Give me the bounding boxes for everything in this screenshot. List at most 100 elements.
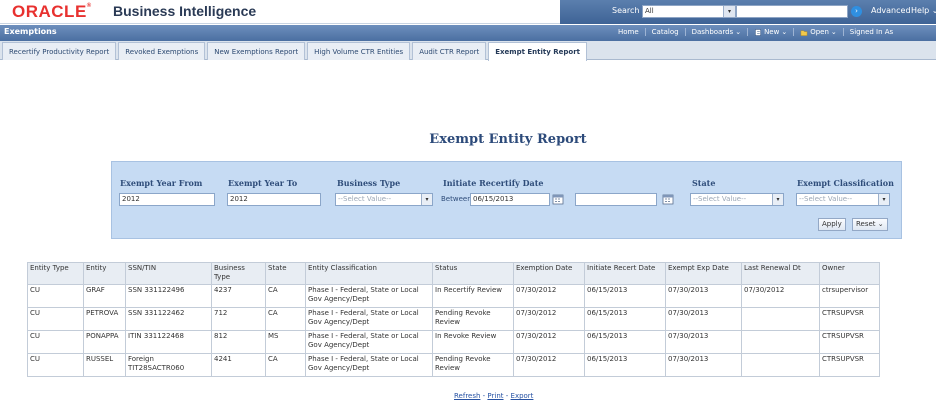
search-go-icon[interactable]: ›	[851, 6, 862, 17]
table-cell: 07/30/2012	[513, 330, 585, 354]
col-initiate-recert-date[interactable]: Initiate Recert Date	[584, 262, 666, 285]
search-input[interactable]	[736, 5, 848, 18]
table-cell: SSN 331122496	[125, 284, 212, 308]
refresh-link[interactable]: Refresh	[454, 392, 480, 400]
table-cell: 06/15/2013	[584, 353, 666, 377]
table-row: CU PONAPPA ITIN 331122468 812 MS Phase I…	[27, 330, 880, 354]
calendar-icon[interactable]	[662, 193, 674, 205]
advanced-search-link[interactable]: Advanced	[871, 6, 911, 15]
col-business-type[interactable]: Business Type	[211, 262, 266, 285]
col-status[interactable]: Status	[432, 262, 514, 285]
table-cell: Pending Revoke Review	[432, 307, 514, 331]
table-cell: 4237	[211, 284, 266, 308]
table-row: CU GRAF SSN 331122496 4237 CA Phase I - …	[27, 284, 880, 308]
search-label: Search	[612, 6, 640, 15]
table-cell: RUSSEL	[83, 353, 126, 377]
tab-recertify-productivity-report[interactable]: Recertify Productivity Report	[2, 42, 117, 60]
col-exempt-exp-date[interactable]: Exempt Exp Date	[665, 262, 742, 285]
table-cell: 06/15/2013	[584, 284, 666, 308]
table-cell: GRAF	[83, 284, 126, 308]
col-state[interactable]: State	[265, 262, 306, 285]
table-header-row: Entity Type Entity SSN/TIN Business Type…	[27, 262, 880, 285]
report-tabs: Recertify Productivity Report Revoked Ex…	[0, 41, 936, 61]
col-last-renewal-dt[interactable]: Last Renewal Dt	[741, 262, 820, 285]
tab-high-volume-ctr-entities[interactable]: High Volume CTR Entities	[307, 42, 411, 60]
tab-exempt-entity-report[interactable]: Exempt Entity Report	[488, 42, 587, 61]
exempt-year-from-label: Exempt Year From	[120, 178, 203, 188]
apply-button[interactable]: Apply	[818, 218, 846, 231]
initiate-recertify-date-label: Initiate Recertify Date	[443, 178, 544, 188]
table-cell: 712	[211, 307, 266, 331]
table-cell: 812	[211, 330, 266, 354]
nav-home[interactable]: Home	[612, 28, 645, 36]
exempt-classification-label: Exempt Classification	[797, 178, 894, 188]
table-cell: 07/30/2013	[665, 353, 742, 377]
table-cell: CU	[27, 284, 84, 308]
table-cell: 06/15/2013	[584, 307, 666, 331]
nav-signed-in-as[interactable]: Signed In As	[842, 28, 899, 36]
nav-dashboards[interactable]: Dashboards ⌄	[684, 28, 748, 36]
help-menu[interactable]: Help ⌄	[911, 6, 936, 15]
table-cell: PETROVA	[83, 307, 126, 331]
col-ssn-tin[interactable]: SSN/TIN	[125, 262, 212, 285]
table-cell: 06/15/2013	[584, 330, 666, 354]
table-cell	[741, 307, 820, 331]
table-cell: 4241	[211, 353, 266, 377]
exempt-year-from-input[interactable]: 2012	[119, 193, 215, 206]
dashboard-title: Exemptions	[4, 27, 57, 36]
table-cell: Pending Revoke Review	[432, 353, 514, 377]
table-cell: 07/30/2012	[513, 353, 585, 377]
reset-button[interactable]: Reset ⌄	[852, 218, 888, 231]
table-cell: CTRSUPVSR	[819, 330, 880, 354]
tab-audit-ctr-report[interactable]: Audit CTR Report	[412, 42, 487, 60]
table-cell: 07/30/2013	[665, 330, 742, 354]
tab-new-exemptions-report[interactable]: New Exemptions Report	[207, 42, 306, 60]
col-entity-classification[interactable]: Entity Classification	[305, 262, 433, 285]
chevron-down-icon: ▾	[421, 194, 432, 205]
exempt-classification-select[interactable]: --Select Value-- ▾	[796, 193, 890, 206]
search-scope-select[interactable]: All ▾	[642, 5, 736, 18]
nav-new[interactable]: New ⌄	[747, 28, 793, 36]
table-cell: Phase I - Federal, State or Local Gov Ag…	[305, 307, 433, 331]
table-row: CU RUSSEL Foreign TIT28SACTR060 4241 CA …	[27, 353, 880, 377]
chevron-down-icon: ▾	[772, 194, 783, 205]
business-type-select[interactable]: --Select Value-- ▾	[335, 193, 433, 206]
table-cell: 07/30/2013	[665, 284, 742, 308]
top-bar: ORACLE® Business Intelligence Search All…	[0, 0, 936, 24]
table-cell: 07/30/2012	[513, 307, 585, 331]
nav-catalog[interactable]: Catalog	[644, 28, 685, 36]
table-cell: CU	[27, 330, 84, 354]
table-cell: ctrsupervisor	[819, 284, 880, 308]
product-title: Business Intelligence	[113, 3, 257, 19]
table-cell: 07/30/2013	[665, 307, 742, 331]
table-cell: CTRSUPVSR	[819, 307, 880, 331]
col-entity-type[interactable]: Entity Type	[27, 262, 84, 285]
table-cell: CA	[265, 284, 306, 308]
col-entity[interactable]: Entity	[83, 262, 126, 285]
exempt-year-to-input[interactable]: 2012	[227, 193, 321, 206]
report-footer-links: Refresh - Print - Export	[454, 392, 534, 400]
table-cell: CA	[265, 307, 306, 331]
print-link[interactable]: Print	[487, 392, 503, 400]
tab-revoked-exemptions[interactable]: Revoked Exemptions	[118, 42, 206, 60]
nav-open[interactable]: Open ⌄	[793, 28, 843, 36]
export-link[interactable]: Export	[511, 392, 534, 400]
table-cell: Phase I - Federal, State or Local Gov Ag…	[305, 284, 433, 308]
initiate-recertify-to-input[interactable]	[575, 193, 657, 206]
table-cell: Phase I - Federal, State or Local Gov Ag…	[305, 330, 433, 354]
global-nav: Home Catalog Dashboards ⌄ New ⌄ Open ⌄ Sign…	[612, 28, 899, 36]
table-cell: Phase I - Federal, State or Local Gov Ag…	[305, 353, 433, 377]
table-cell: CTRSUPVSR	[819, 353, 880, 377]
state-select[interactable]: --Select Value-- ▾	[690, 193, 784, 206]
table-cell: MS	[265, 330, 306, 354]
dashboard-header: Exemptions Home Catalog Dashboards ⌄ New ⌄…	[0, 25, 936, 41]
table-cell: Foreign TIT28SACTR060	[125, 353, 212, 377]
col-owner[interactable]: Owner	[819, 262, 880, 285]
initiate-recertify-from-input[interactable]: 06/15/2013	[470, 193, 550, 206]
col-exemption-date[interactable]: Exemption Date	[513, 262, 585, 285]
between-label: Between	[441, 195, 472, 203]
calendar-icon[interactable]	[552, 193, 564, 205]
chevron-down-icon: ▾	[723, 6, 735, 17]
table-cell: CU	[27, 353, 84, 377]
report-title: Exempt Entity Report	[429, 132, 587, 147]
